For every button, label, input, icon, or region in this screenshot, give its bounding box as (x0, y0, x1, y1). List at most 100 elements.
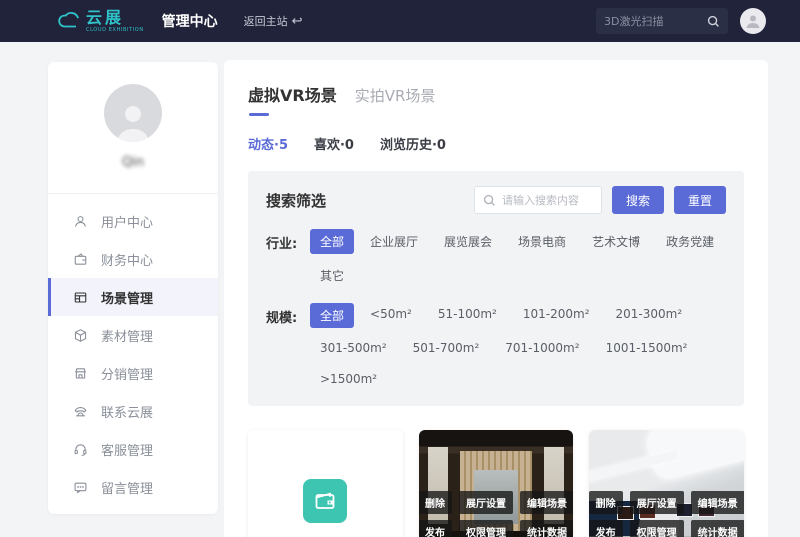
filter-chip[interactable]: 全部 (310, 303, 354, 328)
filter-chip[interactable]: 其它 (310, 263, 354, 288)
filter-options: 全部<50m²51-100m²101-200m²201-300m² 301-500… (310, 303, 726, 390)
filter-options: 全部企业展厅展览展会场景电商艺术文博政务党建其它 (310, 229, 726, 288)
page-tab-1[interactable]: 虚拟VR场景 (248, 82, 337, 116)
scene-card-1[interactable]: 删除展厅设置编辑场景 发布权限管理统计数据 新中式展厅 发布者: 0 0 购买次… (419, 430, 574, 537)
filter-chip[interactable]: 201-300m² (606, 303, 693, 328)
logo[interactable]: 云展 CLOUD EXHIBITION (56, 10, 144, 33)
filter-search-box[interactable] (474, 186, 602, 214)
sidebar-item-1[interactable]: 用户中心 (48, 202, 218, 240)
scene-card-2[interactable]: 删除展厅设置编辑场景 发布权限管理统计数据 灵感-科技-出众-3D... 发布者… (589, 430, 744, 537)
filter-chip[interactable]: 101-200m² (513, 303, 600, 328)
filter-chip[interactable]: 51-100m² (428, 303, 507, 328)
sub-tab-2[interactable]: 喜欢·0 (314, 134, 354, 153)
header-search-box[interactable] (596, 8, 728, 34)
reset-button[interactable]: 重置 (674, 186, 726, 214)
scene-icon (73, 290, 88, 305)
scene-thumbnail[interactable]: 删除展厅设置编辑场景 发布权限管理统计数据 (589, 430, 744, 537)
filter-row-label: 行业: (266, 229, 310, 288)
avatar-person-icon (744, 12, 762, 30)
admin-center-title: 管理中心 (162, 11, 218, 31)
cube-icon (73, 328, 88, 343)
wallet-icon (73, 252, 88, 267)
card-actions: 删除展厅设置编辑场景 发布权限管理统计数据 (589, 491, 744, 537)
sidebar-item-label: 分销管理 (101, 364, 153, 383)
sidebar-menu: 用户中心财务中心场景管理素材管理分销管理联系云展客服管理留言管理 (48, 194, 218, 506)
sub-tabs: 动态·5 喜欢·0 浏览历史·0 (248, 134, 744, 153)
filter-chip[interactable]: <50m² (360, 303, 422, 328)
card-action-button[interactable]: 统计数据 (520, 520, 573, 537)
card-action-button[interactable]: 统计数据 (691, 520, 744, 537)
sidebar-item-label: 素材管理 (101, 326, 153, 345)
card-action-button[interactable]: 删除 (589, 491, 622, 514)
search-filter-panel: 搜索筛选 搜索 重置 行业: 全部企业展厅展览展会场景电商艺术文博政务党建其它规… (248, 171, 744, 406)
filter-row-1: 行业: 全部企业展厅展览展会场景电商艺术文博政务党建其它 (266, 229, 726, 288)
wallet-buy-icon (303, 479, 347, 523)
main-content: 虚拟VR场景实拍VR场景 动态·5 喜欢·0 浏览历史·0 搜索筛选 搜索 重置 行… (224, 60, 768, 537)
card-action-button[interactable]: 发布 (419, 520, 452, 537)
filter-chip[interactable]: 701-1000m² (495, 337, 589, 359)
sidebar-item-label: 客服管理 (101, 440, 153, 459)
filter-title: 搜索筛选 (266, 190, 326, 211)
headset-icon (73, 442, 88, 457)
return-arrow-icon: ↩ (292, 14, 303, 29)
filter-row-label: 规模: (266, 303, 310, 390)
filter-chip[interactable]: 501-700m² (403, 337, 490, 359)
back-link-label: 返回主站 (244, 13, 288, 29)
buy-template-card[interactable]: 点击选购模板 (248, 430, 403, 537)
sidebar-item-7[interactable]: 客服管理 (48, 430, 218, 468)
logo-subtitle: CLOUD EXHIBITION (86, 28, 144, 33)
sidebar-item-2[interactable]: 财务中心 (48, 240, 218, 278)
card-action-button[interactable]: 展厅设置 (459, 491, 513, 514)
filter-rows: 行业: 全部企业展厅展览展会场景电商艺术文博政务党建其它规模: 全部<50m²5… (266, 229, 726, 390)
sub-tab-3[interactable]: 浏览历史·0 (380, 134, 446, 153)
header-avatar[interactable] (740, 8, 766, 34)
sidebar-item-label: 场景管理 (101, 288, 153, 307)
message-icon (73, 480, 88, 495)
sub-tab-1[interactable]: 动态·5 (248, 134, 288, 153)
logo-title: 云展 (86, 10, 144, 26)
top-header: 云展 CLOUD EXHIBITION 管理中心 返回主站 ↩ (0, 0, 800, 42)
scene-thumbnail[interactable]: 删除展厅设置编辑场景 发布权限管理统计数据 (419, 430, 574, 537)
filter-chip[interactable]: 艺术文博 (582, 229, 650, 254)
card-action-button[interactable]: 权限管理 (630, 520, 684, 537)
page-tabs: 虚拟VR场景实拍VR场景 (248, 82, 744, 116)
filter-chip[interactable]: 企业展厅 (360, 229, 428, 254)
sidebar-item-label: 联系云展 (101, 402, 153, 421)
sidebar-item-label: 留言管理 (101, 478, 153, 497)
sidebar-item-8[interactable]: 留言管理 (48, 468, 218, 506)
filter-chip[interactable]: 场景电商 (508, 229, 576, 254)
sidebar: Qin 用户中心财务中心场景管理素材管理分销管理联系云展客服管理留言管理 (48, 62, 218, 514)
filter-chip[interactable]: 政务党建 (656, 229, 724, 254)
user-icon (73, 214, 88, 229)
sidebar-item-label: 用户中心 (101, 212, 153, 231)
card-action-button[interactable]: 编辑场景 (520, 491, 573, 514)
filter-chip[interactable]: 301-500m² (310, 337, 397, 359)
search-button[interactable]: 搜索 (612, 186, 664, 214)
filter-chip[interactable]: 展览展会 (434, 229, 502, 254)
sidebar-item-5[interactable]: 分销管理 (48, 354, 218, 392)
header-search-input[interactable] (604, 15, 707, 28)
card-actions: 删除展厅设置编辑场景 发布权限管理统计数据 (419, 491, 574, 537)
card-action-button[interactable]: 展厅设置 (630, 491, 684, 514)
cloud-logo-icon (56, 10, 82, 32)
filter-chip[interactable]: >1500m² (310, 368, 387, 390)
card-action-button[interactable]: 发布 (589, 520, 622, 537)
filter-search-input[interactable] (502, 194, 588, 207)
card-action-button[interactable]: 编辑场景 (691, 491, 744, 514)
sidebar-item-3[interactable]: 场景管理 (48, 278, 218, 316)
search-icon[interactable] (707, 15, 720, 28)
username: Qin (48, 155, 218, 170)
phone-icon (73, 404, 88, 419)
search-icon (483, 194, 496, 207)
sidebar-item-6[interactable]: 联系云展 (48, 392, 218, 430)
page-tab-2[interactable]: 实拍VR场景 (355, 85, 436, 106)
card-action-button[interactable]: 删除 (419, 491, 452, 514)
sidebar-item-4[interactable]: 素材管理 (48, 316, 218, 354)
scene-cards-grid: 点击选购模板 删除展厅设置编辑场景 发布权限管理统计数据 新中式展厅 发布者: … (248, 430, 744, 537)
user-avatar[interactable] (104, 84, 162, 142)
filter-row-2: 规模: 全部<50m²51-100m²101-200m²201-300m² 301… (266, 303, 726, 390)
filter-chip[interactable]: 1001-1500m² (596, 337, 698, 359)
card-action-button[interactable]: 权限管理 (459, 520, 513, 537)
back-to-main-link[interactable]: 返回主站 ↩ (244, 13, 303, 29)
filter-chip[interactable]: 全部 (310, 229, 354, 254)
